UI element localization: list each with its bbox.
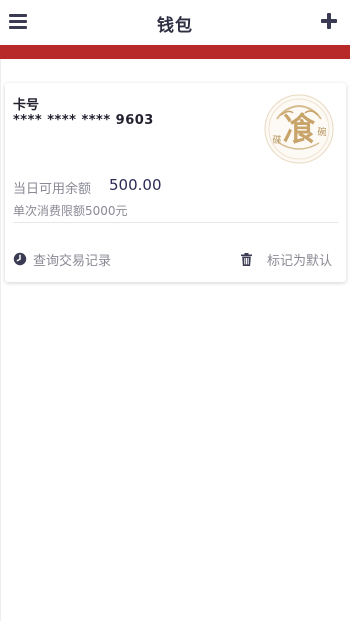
- add-card-button[interactable]: [321, 13, 337, 29]
- clock-icon: [13, 252, 27, 266]
- single-spend-limit: 单次消费限额5000元: [13, 204, 128, 218]
- available-balance-value: 500.00: [109, 176, 162, 194]
- logo-main-char: 飡: [283, 110, 316, 148]
- app-header: 钱包: [0, 0, 350, 45]
- wallet-screen: 钱包 卡号 **** **** **** 9603 飡 碟 碗 当日可用余额 5…: [0, 0, 350, 621]
- wallet-card[interactable]: 卡号 **** **** **** 9603 飡 碟 碗 当日可用余额 500.…: [5, 83, 346, 282]
- page-title: 钱包: [157, 16, 193, 36]
- card-number-label: 卡号: [13, 98, 40, 113]
- mark-default-label: 标记为默认: [267, 253, 333, 269]
- transaction-history-button[interactable]: 查询交易记录: [13, 249, 111, 269]
- mark-default-button[interactable]: 标记为默认: [241, 249, 332, 269]
- merchant-logo: 飡 碟 碗: [263, 93, 335, 165]
- available-balance-label: 当日可用余额: [13, 182, 92, 197]
- trash-icon: [241, 252, 252, 266]
- accent-bar: [0, 45, 350, 59]
- logo-left-char: 碟: [272, 135, 281, 146]
- transaction-history-label: 查询交易记录: [33, 253, 112, 269]
- card-number: **** **** **** 9603: [13, 113, 154, 128]
- logo-right-char: 碗: [317, 126, 326, 138]
- card-divider: [13, 222, 338, 223]
- page-edge-divider: [0, 59, 1, 621]
